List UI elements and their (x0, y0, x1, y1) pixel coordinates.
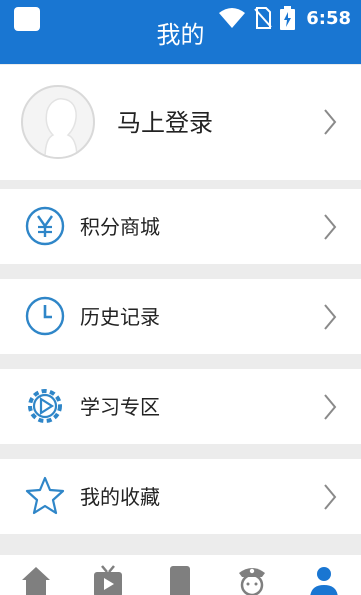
clock-icon (25, 296, 65, 336)
status-time: 6:58 (306, 7, 351, 29)
star-icon (25, 476, 65, 515)
tv-icon[interactable] (90, 563, 126, 595)
chevron-right-icon (324, 304, 337, 330)
menu-item-label: 历史记录 (80, 305, 160, 329)
no-sim-icon (254, 7, 272, 29)
police-icon[interactable] (234, 563, 270, 595)
home-icon[interactable] (18, 563, 54, 595)
menu-item-history[interactable]: 历史记录 (0, 279, 361, 354)
gear-play-icon (28, 389, 62, 423)
chevron-right-icon (324, 394, 337, 420)
yen-coin-icon (25, 206, 65, 246)
person-icon[interactable] (306, 563, 342, 595)
my-page-screen: 我的 6:58 马上登录 积分商城 历史记录 学习专区 我的收藏 (0, 0, 361, 595)
chevron-right-icon (324, 214, 337, 240)
login-label: 马上登录 (117, 109, 213, 137)
avatar-silhouette (44, 98, 78, 157)
chevron-right-icon (324, 484, 337, 510)
default-avatar-icon[interactable] (21, 85, 95, 159)
login-row[interactable]: 马上登录 (0, 65, 361, 180)
menu-item-study-zone[interactable]: 学习专区 (0, 369, 361, 444)
menu-item-label: 我的收藏 (80, 485, 160, 509)
tablet-icon[interactable] (162, 563, 198, 595)
wifi-icon (219, 8, 246, 28)
menu-item-label: 学习专区 (80, 395, 160, 419)
battery-charging-icon (280, 6, 296, 30)
app-header: 我的 6:58 (0, 0, 361, 64)
bottom-nav (0, 555, 361, 595)
menu-item-points-mall[interactable]: 积分商城 (0, 189, 361, 264)
menu-item-label: 积分商城 (80, 215, 160, 239)
chevron-right-icon (324, 109, 337, 135)
status-bar-right: 6:58 (218, 4, 351, 32)
menu-item-favorites[interactable]: 我的收藏 (0, 459, 361, 534)
